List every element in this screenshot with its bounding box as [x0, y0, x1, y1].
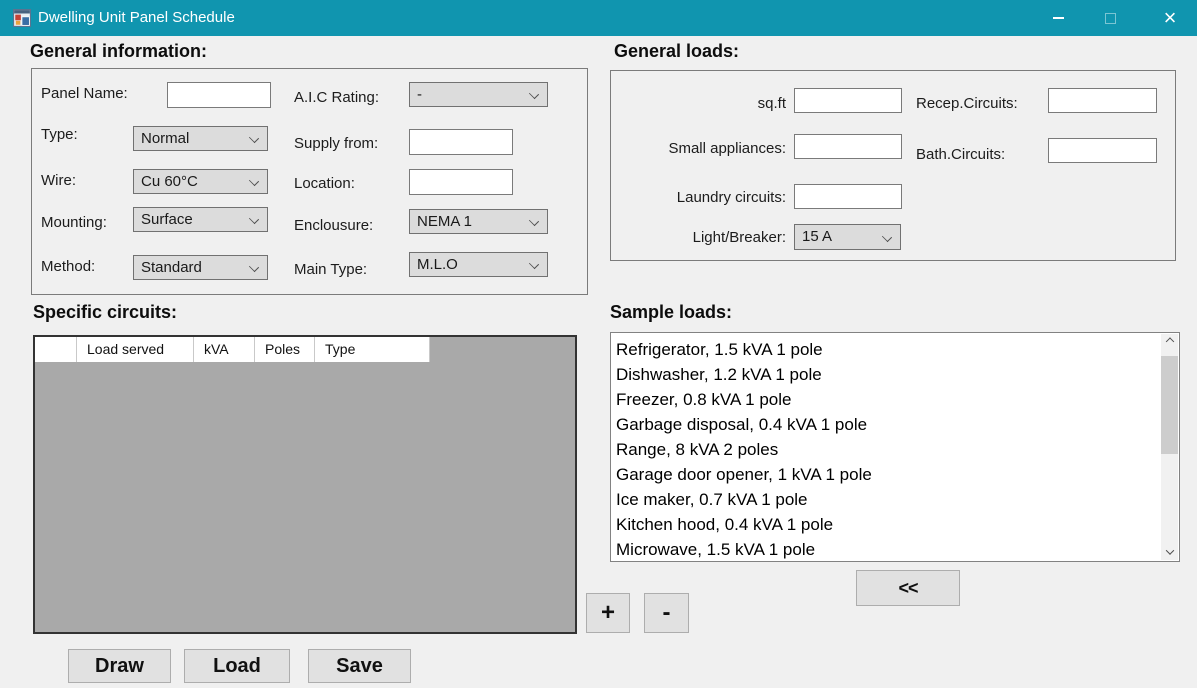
- supply-from-label: Supply from:: [294, 135, 379, 152]
- type-label: Type:: [41, 126, 78, 143]
- add-circuit-button[interactable]: +: [586, 593, 630, 633]
- mounting-dropdown-value: Surface: [141, 211, 193, 228]
- method-dropdown-value: Standard: [141, 259, 202, 276]
- draw-button[interactable]: Draw: [68, 649, 171, 683]
- recep-circuits-input[interactable]: [1048, 88, 1157, 113]
- chevron-down-icon: [528, 88, 540, 100]
- light-breaker-dropdown-value: 15 A: [802, 228, 833, 245]
- load-button[interactable]: Load: [184, 649, 290, 683]
- chevron-down-icon: [528, 258, 540, 270]
- method-label: Method:: [41, 258, 96, 275]
- list-item[interactable]: Refrigerator, 1.5 kVA 1 pole: [612, 337, 1159, 362]
- transfer-left-button[interactable]: <<: [856, 570, 960, 606]
- close-button[interactable]: ×: [1147, 0, 1193, 36]
- sqft-label: sq.ft: [757, 95, 786, 112]
- location-input[interactable]: [409, 169, 513, 195]
- laundry-circuits-label: Laundry circuits:: [676, 189, 786, 206]
- wire-dropdown-value: Cu 60°C: [141, 173, 198, 190]
- maximize-icon: [1104, 12, 1116, 24]
- general-loads-heading: General loads:: [614, 41, 740, 61]
- sample-loads-list: Refrigerator, 1.5 kVA 1 pole Dishwasher,…: [612, 337, 1159, 562]
- save-button[interactable]: Save: [308, 649, 411, 683]
- aic-rating-label: A.I.C Rating:: [294, 89, 380, 106]
- general-information-heading: General information:: [30, 41, 208, 61]
- list-item[interactable]: Garbage disposal, 0.4 kVA 1 pole: [612, 412, 1159, 437]
- main-type-label: Main Type:: [294, 261, 368, 278]
- minimize-icon: [1052, 17, 1064, 19]
- chevron-down-icon: [248, 261, 260, 273]
- enclosure-dropdown-value: NEMA 1: [417, 213, 473, 230]
- chevron-down-icon: [881, 231, 893, 243]
- grid-header-row: Load served kVA Poles Type: [35, 337, 430, 362]
- grid-column-load-served[interactable]: Load served: [77, 337, 194, 362]
- type-dropdown-value: Normal: [141, 130, 190, 147]
- grid-column-poles[interactable]: Poles: [255, 337, 315, 362]
- supply-from-input[interactable]: [409, 129, 513, 155]
- aic-rating-dropdown[interactable]: -: [409, 82, 548, 107]
- list-item[interactable]: Dishwasher, 1.2 kVA 1 pole: [612, 362, 1159, 387]
- list-item[interactable]: Microwave, 1.5 kVA 1 pole: [612, 537, 1159, 562]
- remove-circuit-button[interactable]: -: [644, 593, 689, 633]
- specific-circuits-grid[interactable]: Load served kVA Poles Type: [33, 335, 577, 634]
- app-window: Dwelling Unit Panel Schedule × General i…: [0, 0, 1197, 688]
- chevron-down-icon: [528, 215, 540, 227]
- chevron-down-icon: [248, 213, 260, 225]
- sqft-input[interactable]: [794, 88, 902, 113]
- location-label: Location:: [294, 175, 355, 192]
- panel-name-input[interactable]: [167, 82, 271, 108]
- laundry-circuits-input[interactable]: [794, 184, 902, 209]
- mounting-dropdown[interactable]: Surface: [133, 207, 268, 232]
- specific-circuits-heading: Specific circuits:: [33, 302, 178, 322]
- list-item[interactable]: Kitchen hood, 0.4 kVA 1 pole: [612, 512, 1159, 537]
- titlebar: Dwelling Unit Panel Schedule ×: [0, 0, 1197, 36]
- wire-label: Wire:: [41, 172, 76, 189]
- bath-circuits-input[interactable]: [1048, 138, 1157, 163]
- scroll-down-button[interactable]: [1161, 543, 1178, 560]
- chevron-up-icon: [1165, 336, 1174, 346]
- scrollbar-thumb[interactable]: [1161, 356, 1178, 454]
- small-appliances-input[interactable]: [794, 134, 902, 159]
- enclosure-dropdown[interactable]: NEMA 1: [409, 209, 548, 234]
- minimize-button[interactable]: [1035, 0, 1081, 36]
- sample-loads-heading: Sample loads:: [610, 302, 733, 322]
- window-title: Dwelling Unit Panel Schedule: [38, 9, 235, 26]
- wire-dropdown[interactable]: Cu 60°C: [133, 169, 268, 194]
- recep-circuits-label: Recep.Circuits:: [916, 95, 1018, 112]
- chevron-down-icon: [248, 175, 260, 187]
- chevron-down-icon: [1165, 545, 1174, 555]
- chevron-down-icon: [248, 132, 260, 144]
- grid-column-kva[interactable]: kVA: [194, 337, 255, 362]
- grid-row-header-cell: [35, 337, 77, 362]
- scroll-up-button[interactable]: [1161, 334, 1178, 351]
- list-item[interactable]: Ice maker, 0.7 kVA 1 pole: [612, 487, 1159, 512]
- list-item[interactable]: Range, 8 kVA 2 poles: [612, 437, 1159, 462]
- type-dropdown[interactable]: Normal: [133, 126, 268, 151]
- panel-name-label: Panel Name:: [41, 85, 128, 102]
- method-dropdown[interactable]: Standard: [133, 255, 268, 280]
- list-item[interactable]: Freezer, 0.8 kVA 1 pole: [612, 387, 1159, 412]
- mounting-label: Mounting:: [41, 214, 107, 231]
- main-type-dropdown[interactable]: M.L.O: [409, 252, 548, 277]
- light-breaker-label: Light/Breaker:: [692, 229, 786, 246]
- aic-rating-dropdown-value: -: [417, 86, 422, 103]
- sample-loads-listbox[interactable]: Refrigerator, 1.5 kVA 1 pole Dishwasher,…: [610, 332, 1180, 562]
- main-type-dropdown-value: M.L.O: [417, 256, 458, 273]
- list-item[interactable]: Garage door opener, 1 kVA 1 pole: [612, 462, 1159, 487]
- grid-column-type[interactable]: Type: [315, 337, 430, 362]
- light-breaker-dropdown[interactable]: 15 A: [794, 224, 901, 250]
- bath-circuits-label: Bath.Circuits:: [916, 146, 1006, 163]
- enclosure-label: Enclousure:: [294, 217, 374, 234]
- app-icon: [13, 9, 31, 27]
- vertical-scrollbar[interactable]: [1161, 334, 1178, 560]
- close-icon: ×: [1163, 5, 1177, 30]
- small-appliances-label: Small appliances:: [668, 140, 786, 157]
- maximize-button[interactable]: [1087, 0, 1133, 36]
